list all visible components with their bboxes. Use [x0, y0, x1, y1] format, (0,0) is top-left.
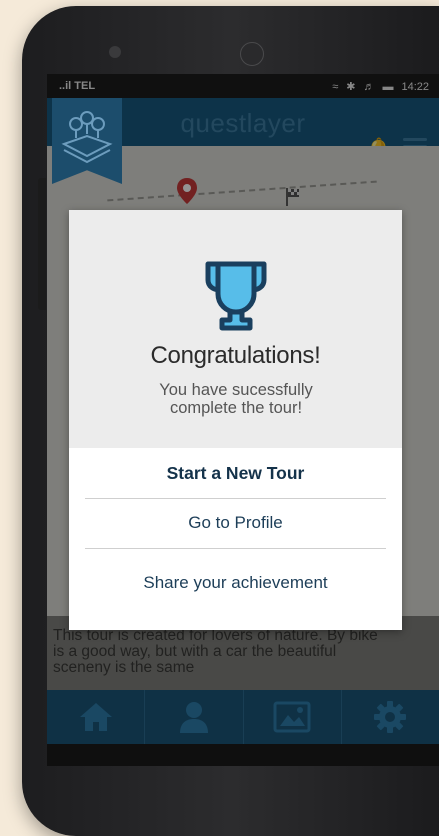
earpiece	[109, 46, 121, 58]
front-camera	[240, 42, 264, 66]
congratulations-dialog: Congratulations! You have sucessfully co…	[69, 210, 402, 630]
side-button	[38, 178, 46, 310]
trophy-icon	[205, 261, 267, 331]
divider	[85, 548, 386, 549]
start-new-tour-button[interactable]: Start a New Tour	[85, 448, 386, 498]
dialog-title: Congratulations!	[150, 342, 321, 369]
go-to-profile-button[interactable]: Go to Profile	[85, 498, 386, 548]
share-achievement-button[interactable]: Share your achievement	[85, 558, 386, 608]
dialog-message: You have sucessfully complete the tour!	[159, 381, 313, 417]
phone-screen: ..il TEL ≈ ✱ ♬ ▬ 14:22 questlayer 🔔	[47, 74, 439, 766]
dialog-actions: Start a New Tour Go to Profile Share you…	[69, 448, 402, 630]
